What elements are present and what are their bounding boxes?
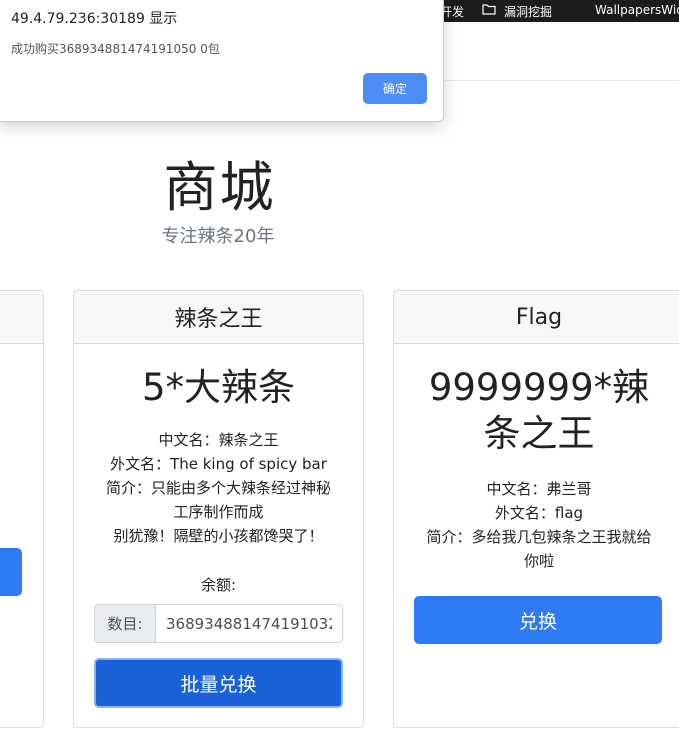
buy-button-left[interactable] bbox=[0, 548, 22, 596]
price-line-1: 9999999*辣 bbox=[428, 366, 650, 409]
bulk-exchange-button[interactable]: 批量兑换 bbox=[94, 658, 343, 708]
alert-title: 49.4.79.236:30189 显示 bbox=[11, 11, 178, 27]
alert-dialog: 49.4.79.236:30189 显示 成功购买368934881474191… bbox=[0, 0, 444, 122]
en-name: 外文名：The king of spicy bar bbox=[110, 455, 327, 473]
card-header: Flag bbox=[394, 291, 679, 344]
card-header: 辣条之王 bbox=[74, 291, 363, 344]
quantity-input-group: 数目: bbox=[94, 604, 343, 643]
product-card-flag: Flag 9999999*辣 条之王 中文名：弗兰哥 外文名：flag 简介：多… bbox=[393, 290, 679, 728]
price: 5*大辣条 bbox=[141, 366, 296, 409]
intro-line-1: 简介：只能由多个大辣条经过神秘 bbox=[105, 479, 331, 497]
price-line-2: 条之王 bbox=[483, 412, 595, 455]
alert-message: 成功购买368934881474191050 0包 bbox=[11, 42, 220, 56]
intro-line-2: 工序制作而成 bbox=[173, 503, 264, 521]
intro-line-3: 别犹豫！隔壁的小孩都馋哭了！ bbox=[113, 527, 324, 545]
page-subtitle: 专注辣条20年 bbox=[161, 226, 275, 247]
page-title: 商城 bbox=[163, 156, 276, 219]
bookmark-bar: 开发 漏洞挖掘 WallpapersWid bbox=[440, 0, 679, 22]
intro-line-2: 你啦 bbox=[523, 552, 554, 570]
bookmark-item-vuln[interactable]: 漏洞挖掘 bbox=[504, 3, 552, 20]
intro-line-1: 简介：多给我几包辣条之王我就给 bbox=[426, 528, 652, 546]
cn-name: 中文名：辣条之王 bbox=[158, 431, 279, 449]
cn-name: 中文名：弗兰哥 bbox=[486, 480, 592, 498]
en-name: 外文名：flag bbox=[494, 504, 584, 522]
quantity-label: 数目: bbox=[95, 605, 156, 642]
product-card-left bbox=[0, 290, 44, 728]
alert-ok-button[interactable]: 确定 bbox=[363, 73, 427, 104]
card-header bbox=[0, 291, 43, 344]
product-card-spicy-king: 辣条之王 5*大辣条 中文名：辣条之王 外文名：The king of spic… bbox=[73, 290, 364, 728]
navbar-divider bbox=[440, 80, 679, 81]
quantity-input[interactable] bbox=[156, 605, 342, 642]
bookmark-item-wallpapers[interactable]: WallpapersWid bbox=[595, 3, 679, 17]
exchange-button[interactable]: 兑换 bbox=[414, 596, 662, 644]
folder-icon bbox=[482, 4, 496, 15]
balance-label: 余额: bbox=[200, 576, 237, 594]
